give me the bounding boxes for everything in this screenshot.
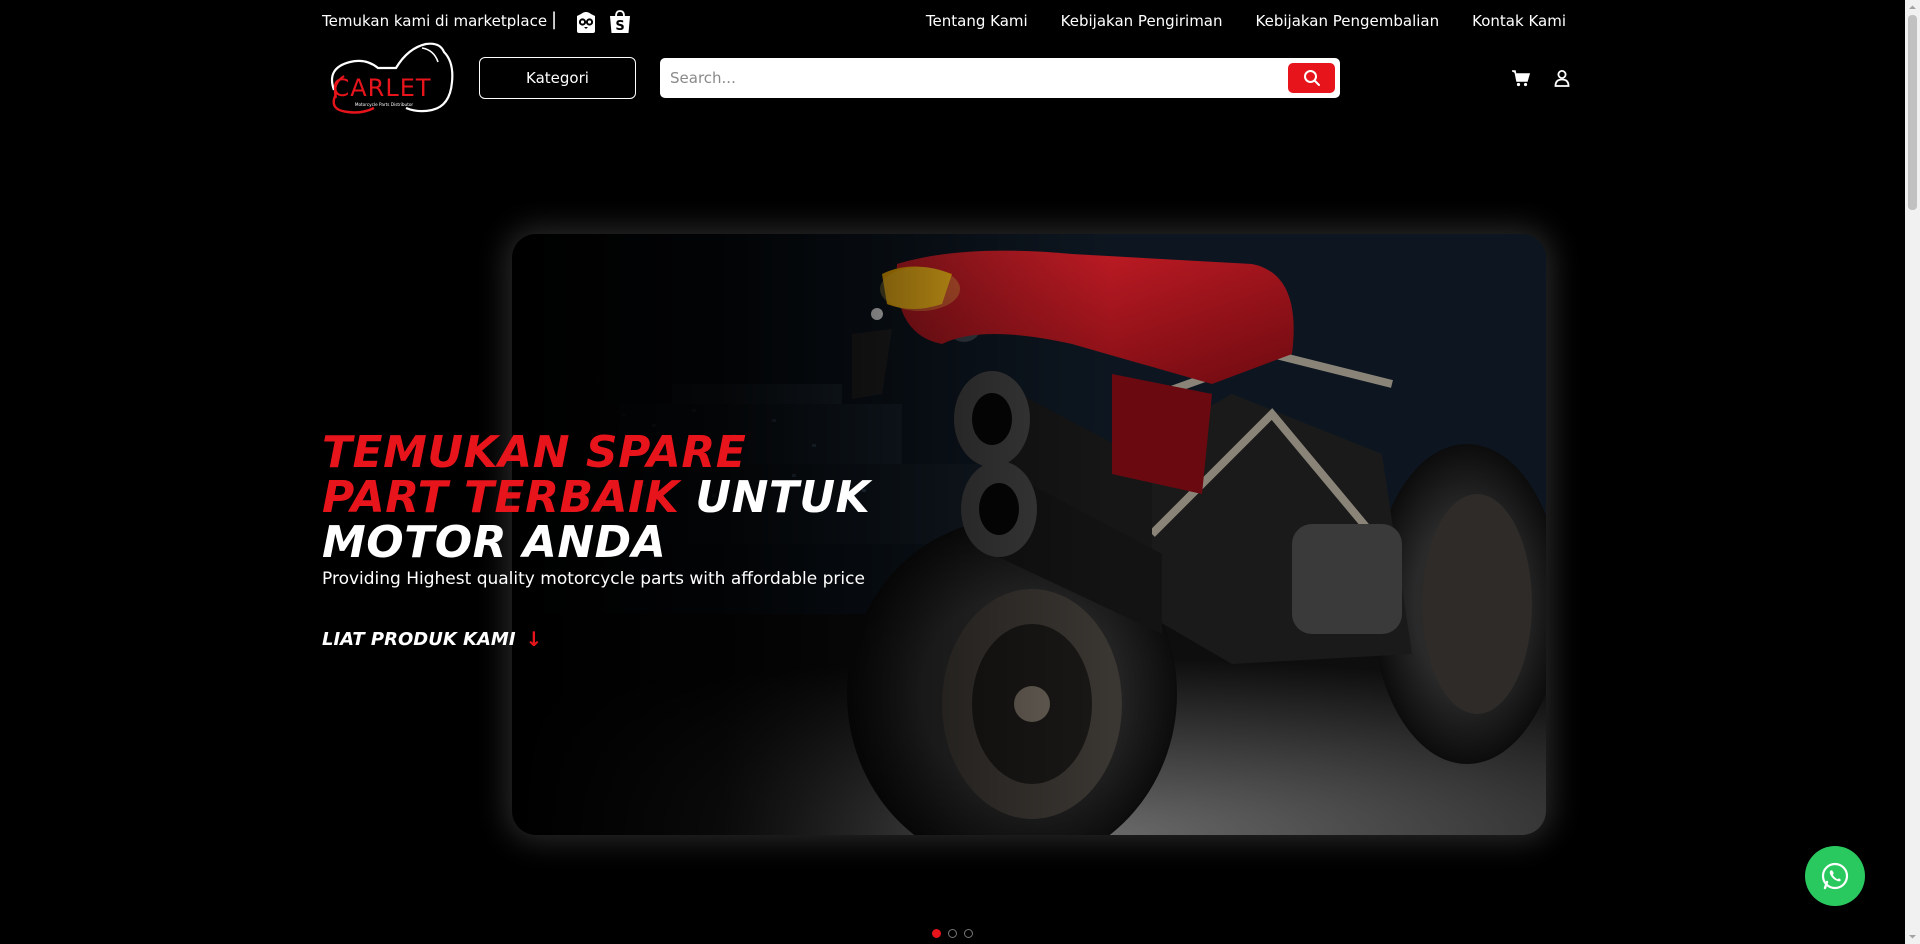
- logo-text: CARLET: [332, 74, 431, 102]
- search-input[interactable]: [670, 58, 1270, 98]
- carousel-dot-2[interactable]: [948, 929, 957, 938]
- arrow-down-icon: ↓: [525, 627, 543, 651]
- scroll-up-icon[interactable]: [1908, 3, 1917, 12]
- search-bar: [660, 58, 1340, 98]
- top-links: Tentang Kami Kebijakan Pengiriman Kebija…: [926, 12, 1566, 30]
- marketplace-text: Temukan kami di marketplace: [322, 12, 548, 30]
- kategori-button[interactable]: Kategori: [479, 57, 636, 99]
- search-icon: [1303, 70, 1320, 86]
- link-tentang-kami[interactable]: Tentang Kami: [926, 12, 1028, 30]
- scroll-thumb[interactable]: [1908, 15, 1917, 210]
- headline-red-2: PART TERBAIK: [322, 472, 680, 523]
- scroll-down-icon[interactable]: [1908, 932, 1917, 941]
- hero-subline: Providing Highest quality motorcycle par…: [322, 569, 865, 589]
- svg-text:S: S: [615, 19, 624, 34]
- link-kebijakan-pengembalian[interactable]: Kebijakan Pengembalian: [1256, 12, 1440, 30]
- page: Temukan kami di marketplace | S Tentang …: [0, 0, 1920, 944]
- scrollbar[interactable]: [1905, 0, 1920, 944]
- link-kontak-kami[interactable]: Kontak Kami: [1472, 12, 1566, 30]
- top-bar: Temukan kami di marketplace | S Tentang …: [0, 0, 1905, 42]
- tokopedia-icon[interactable]: [573, 9, 599, 35]
- carousel-dots: [932, 929, 973, 938]
- cta-label: LIAT PRODUK KAMI: [322, 628, 516, 650]
- headline-white-1: UNTUK: [695, 472, 871, 523]
- search-button[interactable]: [1288, 63, 1335, 93]
- carlet-logo[interactable]: CARLET Motorcycle Parts Distributor: [322, 38, 460, 118]
- hero-headline: TEMUKAN SPARE PART TERBAIK UNTUK MOTOR A…: [322, 430, 962, 565]
- cart-icon[interactable]: [1511, 68, 1531, 88]
- whatsapp-icon: [1821, 862, 1849, 890]
- carousel-dot-3[interactable]: [964, 929, 973, 938]
- headline-red-1: TEMUKAN SPARE: [322, 427, 747, 478]
- logo-tagline: Motorcycle Parts Distributor: [355, 102, 414, 107]
- headline-white-2: MOTOR ANDA: [322, 517, 667, 568]
- link-kebijakan-pengiriman[interactable]: Kebijakan Pengiriman: [1061, 12, 1223, 30]
- carousel-dot-1[interactable]: [932, 929, 941, 938]
- whatsapp-button[interactable]: [1805, 846, 1865, 906]
- user-icon[interactable]: [1552, 68, 1572, 88]
- liat-produk-button[interactable]: LIAT PRODUK KAMI ↓: [322, 627, 542, 651]
- shopee-icon[interactable]: S: [607, 9, 633, 35]
- marketplace-separator: |: [551, 9, 558, 30]
